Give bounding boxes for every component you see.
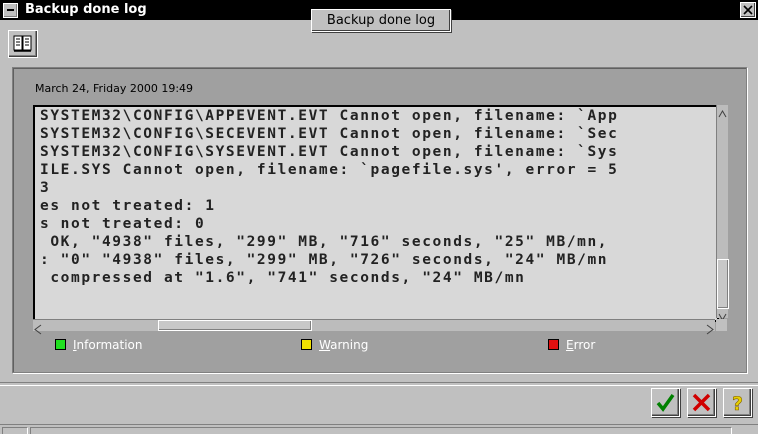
status-cell [2, 427, 28, 434]
question-icon: ? [732, 393, 744, 413]
log-date: March 24, Friday 2000 19:49 [35, 82, 194, 95]
log-text-area[interactable]: SYSTEM32\CONFIG\APPEVENT.EVT Cannot open… [33, 105, 719, 322]
log-line: ILE.SYS Cannot open, filename: `pagefile… [40, 162, 619, 178]
log-line: compressed at "1.6", "741" seconds, "24"… [40, 270, 526, 286]
log-line: 3 [40, 180, 51, 196]
log-line: SYSTEM32\CONFIG\SYSEVENT.EVT Cannot open… [40, 144, 619, 160]
x-icon [692, 393, 711, 412]
information-color-swatch [55, 339, 66, 350]
horizontal-scrollbar[interactable] [33, 319, 715, 335]
scroll-down-arrow-icon[interactable] [718, 307, 727, 321]
warning-color-swatch [301, 339, 312, 350]
log-line: SYSTEM32\CONFIG\SECEVENT.EVT Cannot open… [40, 126, 619, 142]
horizontal-scroll-thumb[interactable] [158, 320, 312, 331]
book-button[interactable] [8, 30, 38, 58]
ok-button[interactable] [651, 388, 680, 417]
legend-label: Information [73, 338, 143, 352]
system-menu-button[interactable] [3, 3, 18, 18]
scroll-corner [716, 319, 727, 331]
legend-label: Warning [319, 338, 369, 352]
log-line: es not treated: 1 [40, 198, 216, 214]
close-button[interactable] [740, 2, 756, 18]
log-line: : "0" "4938" files, "299" MB, "726" seco… [40, 252, 609, 268]
vertical-scrollbar[interactable] [716, 105, 729, 321]
cancel-button[interactable] [687, 388, 716, 417]
legend-label: Error [566, 338, 596, 352]
error-color-swatch [548, 339, 559, 350]
svg-text:?: ? [732, 393, 743, 413]
scroll-up-arrow-icon[interactable] [718, 105, 727, 118]
separator [0, 382, 758, 386]
close-icon [743, 5, 753, 15]
log-line: SYSTEM32\CONFIG\APPEVENT.EVT Cannot open… [40, 108, 619, 124]
checkmark-icon [656, 393, 675, 412]
scroll-left-arrow-icon[interactable] [33, 320, 44, 335]
page-title: Backup done log [311, 9, 451, 32]
help-button[interactable]: ? [723, 388, 752, 417]
scroll-right-arrow-icon[interactable] [704, 320, 715, 335]
status-cell [30, 427, 732, 434]
book-icon [13, 35, 32, 52]
vertical-scroll-thumb[interactable] [717, 259, 729, 309]
log-line: OK, "4938" files, "299" MB, "716" second… [40, 234, 609, 250]
log-line: s not treated: 0 [40, 216, 206, 232]
window-title: Backup done log [25, 2, 147, 17]
